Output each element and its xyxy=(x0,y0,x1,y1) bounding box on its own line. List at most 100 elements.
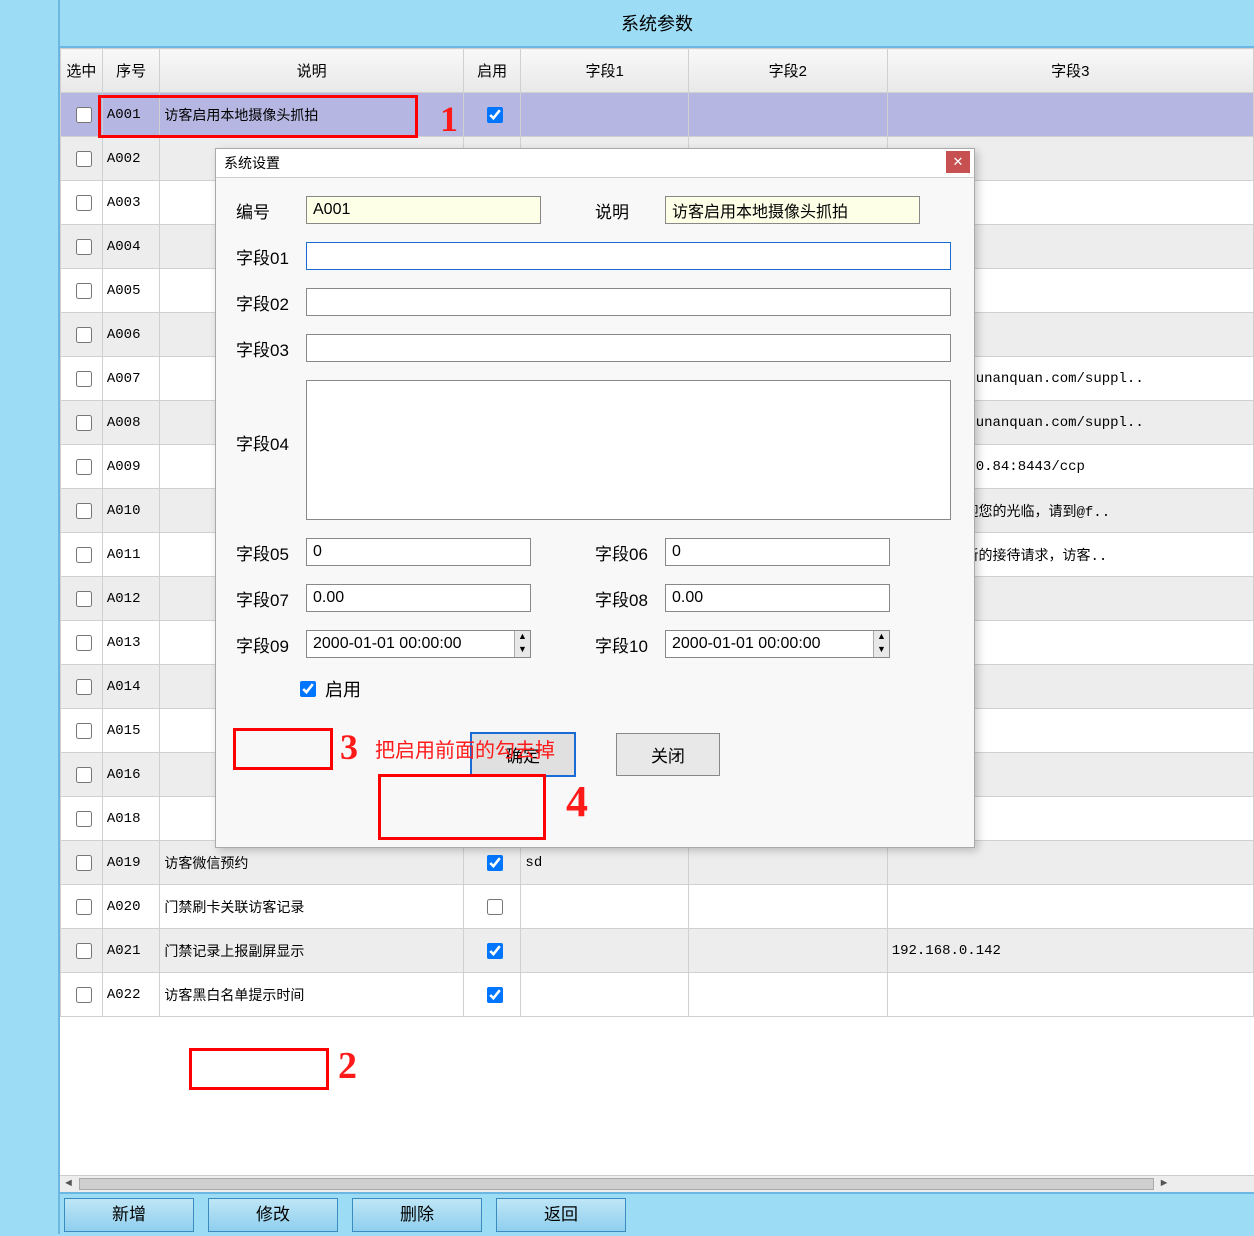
label-f04: 字段04 xyxy=(236,430,306,455)
row-enable-checkbox[interactable] xyxy=(487,899,503,915)
dialog-title-bar[interactable]: 系统设置 ✕ xyxy=(216,149,974,178)
field10-datetime[interactable] xyxy=(665,630,890,658)
cell-desc: 访客启用本地摄像头抓拍 xyxy=(160,93,463,137)
cell-id: A012 xyxy=(102,577,160,621)
back-button[interactable]: 返回 xyxy=(496,1198,626,1232)
row-enable-checkbox[interactable] xyxy=(487,987,503,1003)
row-select-checkbox[interactable] xyxy=(76,855,92,871)
row-select-checkbox[interactable] xyxy=(76,767,92,783)
row-select-checkbox[interactable] xyxy=(76,635,92,651)
col-f2[interactable]: 字段2 xyxy=(688,49,887,93)
close-icon[interactable]: ✕ xyxy=(946,151,970,173)
delete-button[interactable]: 删除 xyxy=(352,1198,482,1232)
cell-id: A005 xyxy=(102,269,160,313)
cell-f2 xyxy=(688,973,887,1017)
row-select-checkbox[interactable] xyxy=(76,239,92,255)
label-f06: 字段06 xyxy=(595,540,665,565)
row-enable-checkbox[interactable] xyxy=(487,855,503,871)
label-f08: 字段08 xyxy=(595,586,665,611)
row-select-checkbox[interactable] xyxy=(76,547,92,563)
edit-button[interactable]: 修改 xyxy=(208,1198,338,1232)
col-id[interactable]: 序号 xyxy=(102,49,160,93)
desc-input[interactable] xyxy=(665,196,920,224)
cell-id: A019 xyxy=(102,841,160,885)
row-select-checkbox[interactable] xyxy=(76,195,92,211)
label-id: 编号 xyxy=(236,198,306,223)
cell-desc: 访客黑白名单提示时间 xyxy=(160,973,463,1017)
cell-id: A008 xyxy=(102,401,160,445)
row-select-checkbox[interactable] xyxy=(76,723,92,739)
row-select-checkbox[interactable] xyxy=(76,899,92,915)
cell-id: A006 xyxy=(102,313,160,357)
col-enable[interactable]: 启用 xyxy=(463,49,521,93)
row-enable-checkbox[interactable] xyxy=(487,107,503,123)
cell-id: A009 xyxy=(102,445,160,489)
cell-f1 xyxy=(521,929,688,973)
cell-f2 xyxy=(688,885,887,929)
row-select-checkbox[interactable] xyxy=(76,151,92,167)
row-select-checkbox[interactable] xyxy=(76,811,92,827)
row-select-checkbox[interactable] xyxy=(76,327,92,343)
annotation-number-2: 2 xyxy=(338,1044,357,1088)
row-enable-checkbox[interactable] xyxy=(487,943,503,959)
cell-id: A022 xyxy=(102,973,160,1017)
cell-id: A015 xyxy=(102,709,160,753)
cell-f1 xyxy=(521,93,688,137)
row-select-checkbox[interactable] xyxy=(76,591,92,607)
cell-id: A001 xyxy=(102,93,160,137)
field07-input[interactable] xyxy=(306,584,531,612)
field09-datetime[interactable] xyxy=(306,630,531,658)
table-row[interactable]: A021门禁记录上报副屏显示192.168.0.142 xyxy=(61,929,1254,973)
label-desc: 说明 xyxy=(595,198,665,223)
field06-input[interactable] xyxy=(665,538,890,566)
cell-f1 xyxy=(521,885,688,929)
label-f05: 字段05 xyxy=(236,540,306,565)
row-select-checkbox[interactable] xyxy=(76,943,92,959)
row-select-checkbox[interactable] xyxy=(76,371,92,387)
table-row[interactable]: A020门禁刷卡关联访客记录 xyxy=(61,885,1254,929)
field03-input[interactable] xyxy=(306,334,951,362)
cell-id: A014 xyxy=(102,665,160,709)
table-row[interactable]: A022访客黑白名单提示时间 xyxy=(61,973,1254,1017)
annotation-rect-2 xyxy=(189,1048,329,1090)
cell-desc: 门禁刷卡关联访客记录 xyxy=(160,885,463,929)
horizontal-scrollbar[interactable]: ◄ ► xyxy=(60,1175,1254,1192)
add-button[interactable]: 新增 xyxy=(64,1198,194,1232)
label-f02: 字段02 xyxy=(236,290,306,315)
cell-id: A013 xyxy=(102,621,160,665)
close-button[interactable]: 关闭 xyxy=(616,733,720,776)
row-select-checkbox[interactable] xyxy=(76,283,92,299)
field08-input[interactable] xyxy=(665,584,890,612)
cell-id: A018 xyxy=(102,797,160,841)
spinner-icon[interactable]: ▲▼ xyxy=(873,631,889,657)
row-select-checkbox[interactable] xyxy=(76,107,92,123)
col-f1[interactable]: 字段1 xyxy=(521,49,688,93)
enable-checkbox[interactable] xyxy=(300,681,316,697)
table-row[interactable]: A001访客启用本地摄像头抓拍 xyxy=(61,93,1254,137)
row-select-checkbox[interactable] xyxy=(76,987,92,1003)
field05-input[interactable] xyxy=(306,538,531,566)
ok-button[interactable]: 确定 xyxy=(470,732,576,777)
cell-id: A007 xyxy=(102,357,160,401)
row-select-checkbox[interactable] xyxy=(76,503,92,519)
field04-textarea[interactable] xyxy=(306,380,951,520)
cell-f2 xyxy=(688,929,887,973)
left-sidebar-stub xyxy=(0,0,60,1234)
dialog-title: 系统设置 xyxy=(224,155,280,171)
cell-id: A002 xyxy=(102,137,160,181)
id-input[interactable] xyxy=(306,196,541,224)
spinner-icon[interactable]: ▲▼ xyxy=(514,631,530,657)
field01-input[interactable] xyxy=(306,242,951,270)
label-f07: 字段07 xyxy=(236,586,306,611)
field02-input[interactable] xyxy=(306,288,951,316)
label-f10: 字段10 xyxy=(595,632,665,657)
row-select-checkbox[interactable] xyxy=(76,459,92,475)
row-select-checkbox[interactable] xyxy=(76,679,92,695)
label-f03: 字段03 xyxy=(236,336,306,361)
col-desc[interactable]: 说明 xyxy=(160,49,463,93)
page-title: 系统参数 xyxy=(60,0,1254,48)
row-select-checkbox[interactable] xyxy=(76,415,92,431)
cell-f1 xyxy=(521,973,688,1017)
col-f3[interactable]: 字段3 xyxy=(887,49,1253,93)
col-select[interactable]: 选中 xyxy=(61,49,103,93)
